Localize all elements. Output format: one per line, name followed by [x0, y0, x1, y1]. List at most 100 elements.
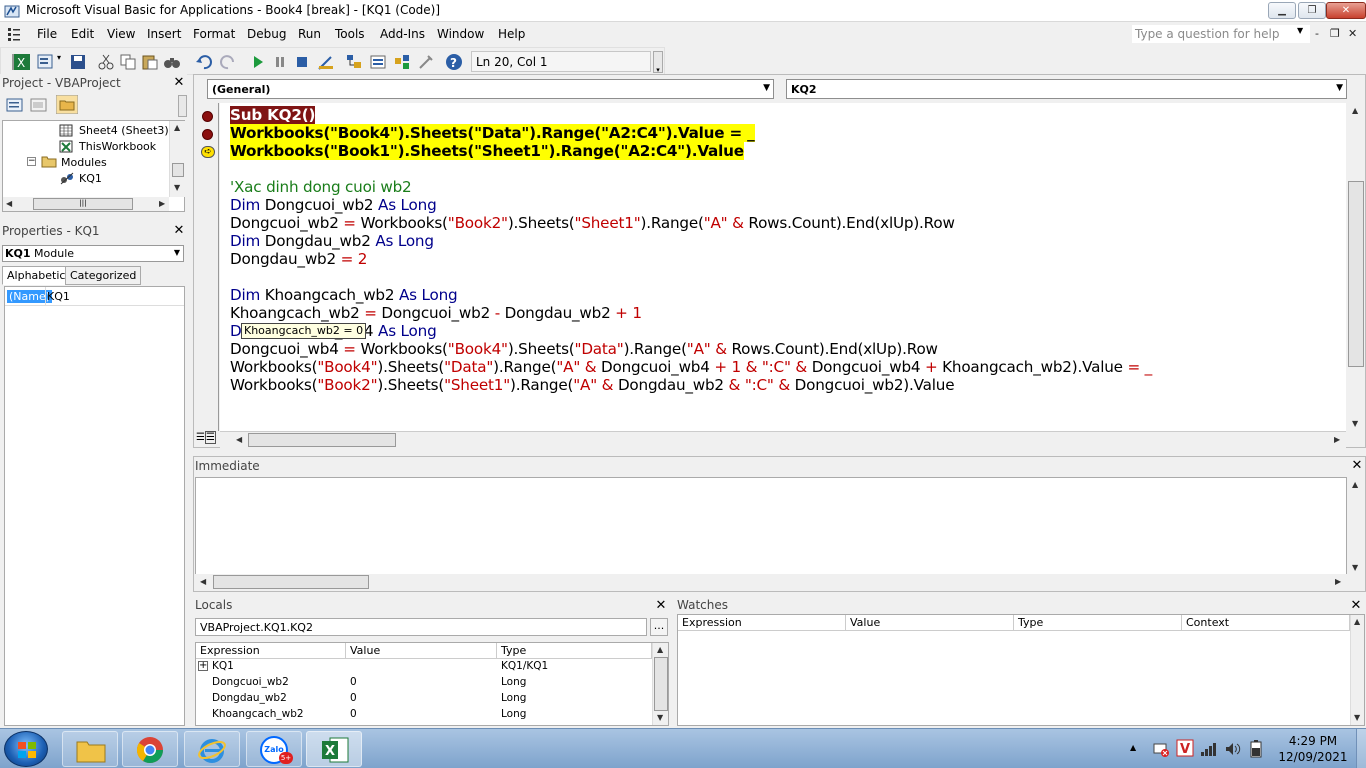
view-mode-icons[interactable]: ☰☰ [196, 431, 218, 447]
watches-col-expression[interactable]: Expression [678, 615, 846, 631]
menu-debug[interactable]: Debug [247, 27, 286, 41]
mdi-restore-button[interactable]: ❐ [1330, 27, 1340, 40]
menu-add-ins[interactable]: Add-Ins [380, 27, 425, 41]
taskbar-explorer[interactable] [62, 731, 118, 767]
scroll-up-icon[interactable]: ▲ [1354, 617, 1360, 626]
properties-close-icon[interactable]: ✕ [172, 224, 186, 238]
toggle-folders-icon[interactable] [56, 95, 78, 114]
locals-expression[interactable]: Dongdau_wb2 [212, 692, 287, 704]
antivirus-icon[interactable]: V [1176, 739, 1194, 757]
reset-icon[interactable] [293, 53, 311, 71]
procedure-combo-arrow-icon[interactable]: ▼ [1336, 83, 1343, 93]
immediate-close-icon[interactable]: ✕ [1350, 459, 1364, 473]
network-warning-icon[interactable] [1152, 740, 1170, 758]
code-hscrollbar[interactable]: ◀ ▶ [220, 431, 1346, 448]
code-line[interactable]: Workbooks("Book4").Sheets("Data").Range(… [230, 124, 755, 142]
project-toolbar-grip[interactable] [178, 95, 187, 117]
redo-icon[interactable] [219, 53, 237, 71]
minimize-button[interactable]: ▁ [1268, 2, 1296, 19]
locals-expression[interactable]: Dongcuoi_wb2 [212, 676, 289, 688]
properties-object-combo[interactable]: KQ1 Module ▼ [2, 245, 184, 262]
scroll-thumb[interactable] [1348, 181, 1364, 367]
menu-edit[interactable]: Edit [71, 27, 94, 41]
watches-col-type[interactable]: Type [1014, 615, 1182, 631]
code-line[interactable]: Dim Khoangcach_wb2 As Long [230, 286, 458, 304]
tab-alphabetic[interactable]: Alphabetic [2, 266, 71, 285]
run-icon[interactable] [249, 53, 267, 71]
project-explorer-icon[interactable] [345, 53, 363, 71]
hscroll-thumb[interactable] [213, 575, 369, 589]
show-desktop-button[interactable] [1356, 729, 1366, 768]
project-vscrollbar[interactable]: ▲ ▼ [169, 121, 185, 197]
code-line[interactable]: Khoangcach_wb2 = Dongcuoi_wb2 - Dongdau_… [230, 304, 642, 322]
scroll-right-icon[interactable]: ▶ [1334, 435, 1340, 444]
property-value-cell[interactable]: KQ1 [47, 290, 70, 303]
locals-value[interactable]: 0 [350, 692, 357, 704]
help-icon[interactable]: ? [445, 53, 463, 71]
mdi-close-button[interactable]: ✕ [1348, 27, 1357, 40]
locals-col-expression[interactable]: Expression [196, 643, 346, 659]
watches-col-value[interactable]: Value [846, 615, 1014, 631]
scroll-thumb[interactable] [654, 657, 668, 711]
expand-icon[interactable]: + [198, 661, 208, 671]
toolbox-icon[interactable] [417, 53, 435, 71]
view-object-icon[interactable] [30, 97, 48, 113]
clock[interactable]: 4:29 PM 12/09/2021 [1278, 733, 1348, 765]
toolbar-options-icon[interactable]: ▾ [653, 51, 663, 74]
locals-col-type[interactable]: Type [497, 643, 652, 659]
paste-icon[interactable] [141, 53, 159, 71]
menu-file[interactable]: File [37, 27, 57, 41]
mdi-minimize-button[interactable]: - [1315, 27, 1319, 40]
menu-window[interactable]: Window [437, 27, 484, 41]
view-excel-icon[interactable]: X [13, 53, 31, 71]
project-hscrollbar[interactable]: ◀ ||| ▶ [3, 197, 169, 211]
code-vscrollbar[interactable]: ▲ ▼ [1347, 103, 1365, 431]
tree-item-thisworkbook[interactable]: ThisWorkbook [79, 140, 156, 153]
object-browser-icon[interactable] [393, 53, 411, 71]
volume-icon[interactable] [1224, 740, 1242, 758]
immediate-hscrollbar[interactable]: ◀ ▶ [195, 574, 1347, 591]
call-stack-button[interactable]: ... [650, 618, 668, 636]
locals-expression[interactable]: KQ1 [212, 660, 234, 672]
scroll-down-icon[interactable]: ▼ [657, 713, 663, 722]
signal-strength-icon[interactable] [1200, 741, 1218, 757]
code-line[interactable]: Sub KQ2() [230, 106, 315, 124]
object-combo-arrow-icon[interactable]: ▼ [763, 83, 770, 93]
taskbar-internet-explorer[interactable] [184, 731, 240, 767]
design-mode-icon[interactable] [317, 53, 335, 71]
locals-vscrollbar[interactable]: ▲ ▼ [652, 643, 668, 725]
locals-value[interactable]: 0 [350, 708, 357, 720]
menu-view[interactable]: View [107, 27, 135, 41]
copy-icon[interactable] [119, 53, 137, 71]
code-line[interactable]: Dim Dongcuoi_wb2 As Long [230, 196, 437, 214]
combo-dropdown-icon[interactable]: ▼ [174, 248, 180, 257]
scroll-down-icon[interactable]: ▼ [1352, 563, 1358, 572]
cut-icon[interactable] [97, 53, 115, 71]
menu-format[interactable]: Format [193, 27, 235, 41]
battery-icon[interactable] [1248, 739, 1264, 759]
code-editor[interactable]: Sub KQ2() Workbooks("Book4").Sheets("Dat… [220, 103, 1346, 431]
code-line[interactable]: Workbooks("Book4").Sheets("Data").Range(… [230, 358, 1152, 376]
view-code-icon[interactable] [6, 97, 24, 113]
scroll-right-icon[interactable]: ▶ [1335, 577, 1341, 586]
immediate-vscrollbar[interactable]: ▲ ▼ [1347, 477, 1365, 577]
indicator-margin[interactable]: ➪ [195, 103, 219, 431]
scroll-up-icon[interactable]: ▲ [1352, 106, 1358, 115]
tree-item-sheet4[interactable]: Sheet4 (Sheet3) [79, 124, 169, 137]
insert-module-icon[interactable] [37, 53, 55, 71]
find-icon[interactable] [163, 53, 181, 71]
scroll-up-icon[interactable]: ▲ [657, 645, 663, 654]
breakpoint-icon[interactable] [202, 129, 213, 140]
scroll-up-icon[interactable]: ▲ [1352, 480, 1358, 489]
locals-expression[interactable]: Khoangcach_wb2 [212, 708, 304, 720]
tab-categorized[interactable]: Categorized [65, 266, 142, 285]
scroll-up-icon[interactable]: ▲ [174, 123, 180, 132]
code-line[interactable]: Dongdau_wb2 = 2 [230, 250, 367, 268]
taskbar-chrome[interactable] [122, 731, 178, 767]
code-line[interactable]: Dim Dongdau_wb2 As Long [230, 232, 434, 250]
scroll-down-icon[interactable]: ▼ [174, 183, 180, 192]
collapse-modules-icon[interactable]: − [27, 157, 36, 166]
scroll-left-icon[interactable]: ◀ [236, 435, 242, 444]
menu-run[interactable]: Run [298, 27, 321, 41]
menu-insert[interactable]: Insert [147, 27, 181, 41]
